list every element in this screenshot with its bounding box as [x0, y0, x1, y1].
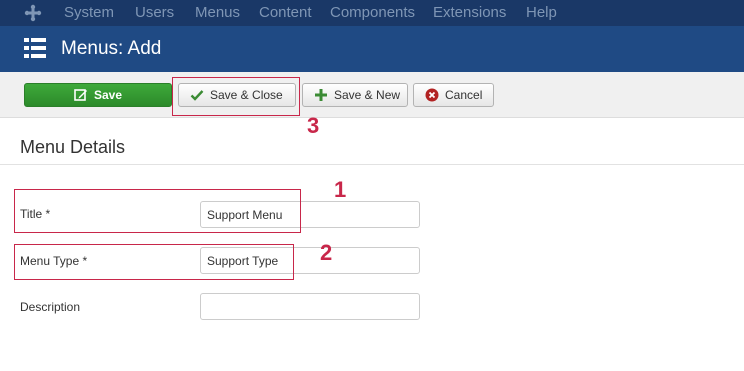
nav-components[interactable]: Components	[330, 4, 415, 22]
nav-system[interactable]: System	[64, 4, 114, 22]
nav-menus[interactable]: Menus	[195, 4, 240, 22]
annotation-box-title	[14, 189, 301, 233]
nav-users[interactable]: Users	[135, 4, 174, 22]
cancel-button-label: Cancel	[445, 88, 483, 102]
annotation-number-1: 1	[334, 177, 347, 202]
save-button[interactable]: Save	[24, 83, 172, 107]
cancel-button[interactable]: Cancel	[413, 83, 494, 107]
plus-icon	[315, 89, 327, 101]
nav-help[interactable]: Help	[526, 4, 557, 22]
save-new-button-label: Save & New	[334, 88, 401, 102]
top-nav-bar: System Users Menus Content Components Ex…	[0, 0, 744, 26]
cancel-circle-icon	[425, 88, 439, 102]
page-header: Menus: Add	[0, 26, 744, 72]
list-icon	[24, 38, 46, 58]
edit-icon	[74, 89, 87, 101]
section-divider	[0, 164, 744, 165]
page-title: Menus: Add	[61, 38, 162, 59]
joomla-logo-icon[interactable]	[24, 4, 42, 22]
description-label: Description	[20, 300, 81, 314]
description-field[interactable]	[200, 293, 420, 320]
save-new-button[interactable]: Save & New	[302, 83, 408, 107]
annotation-number-3: 3	[307, 113, 320, 138]
annotation-box-menu-type	[14, 244, 294, 280]
annotation-box-save-close	[172, 77, 300, 116]
nav-extensions[interactable]: Extensions	[433, 4, 506, 22]
save-button-label: Save	[93, 88, 123, 102]
nav-content[interactable]: Content	[259, 4, 312, 22]
annotation-number-2: 2	[320, 240, 333, 265]
section-title: Menu Details	[20, 137, 126, 157]
